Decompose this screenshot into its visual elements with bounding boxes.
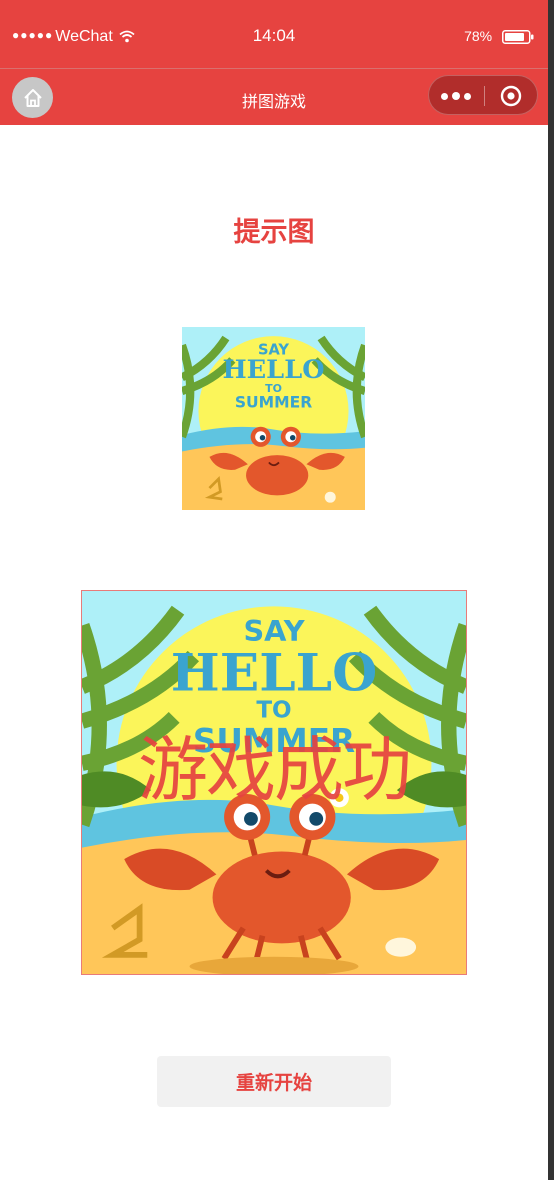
close-button[interactable] (499, 84, 523, 108)
nav-bar: 拼图游戏 (0, 69, 548, 125)
status-bar: ●●●●● WeChat 14:04 78% (0, 0, 548, 68)
target-close-icon (500, 85, 522, 107)
battery-icon (502, 30, 534, 44)
hint-hello-text: HELLO (222, 355, 324, 385)
mini-program-capsule (428, 75, 538, 115)
hint-title: 提示图 (233, 217, 315, 248)
hint-image: SAY HELLO TO SUMMER (182, 327, 365, 510)
puzzle-board[interactable]: SAY HELLO TO SUMMER 游戏成功 (81, 590, 467, 975)
success-message: 游戏成功 (138, 729, 412, 811)
more-dots-icon (441, 92, 448, 100)
battery-percent: 78% (464, 28, 493, 44)
restart-button[interactable]: 重新开始 (157, 1056, 391, 1107)
page: ●●●●● WeChat 14:04 78% 拼图游戏 提示图 SAY HELL… (0, 0, 554, 1180)
hint-summer-text: SUMMER (235, 394, 312, 412)
more-button[interactable] (441, 86, 481, 106)
battery-indicator: 78% (464, 28, 534, 44)
window-edge (548, 0, 554, 1180)
board-hello-text: HELLO (171, 643, 378, 704)
capsule-divider (484, 86, 485, 106)
